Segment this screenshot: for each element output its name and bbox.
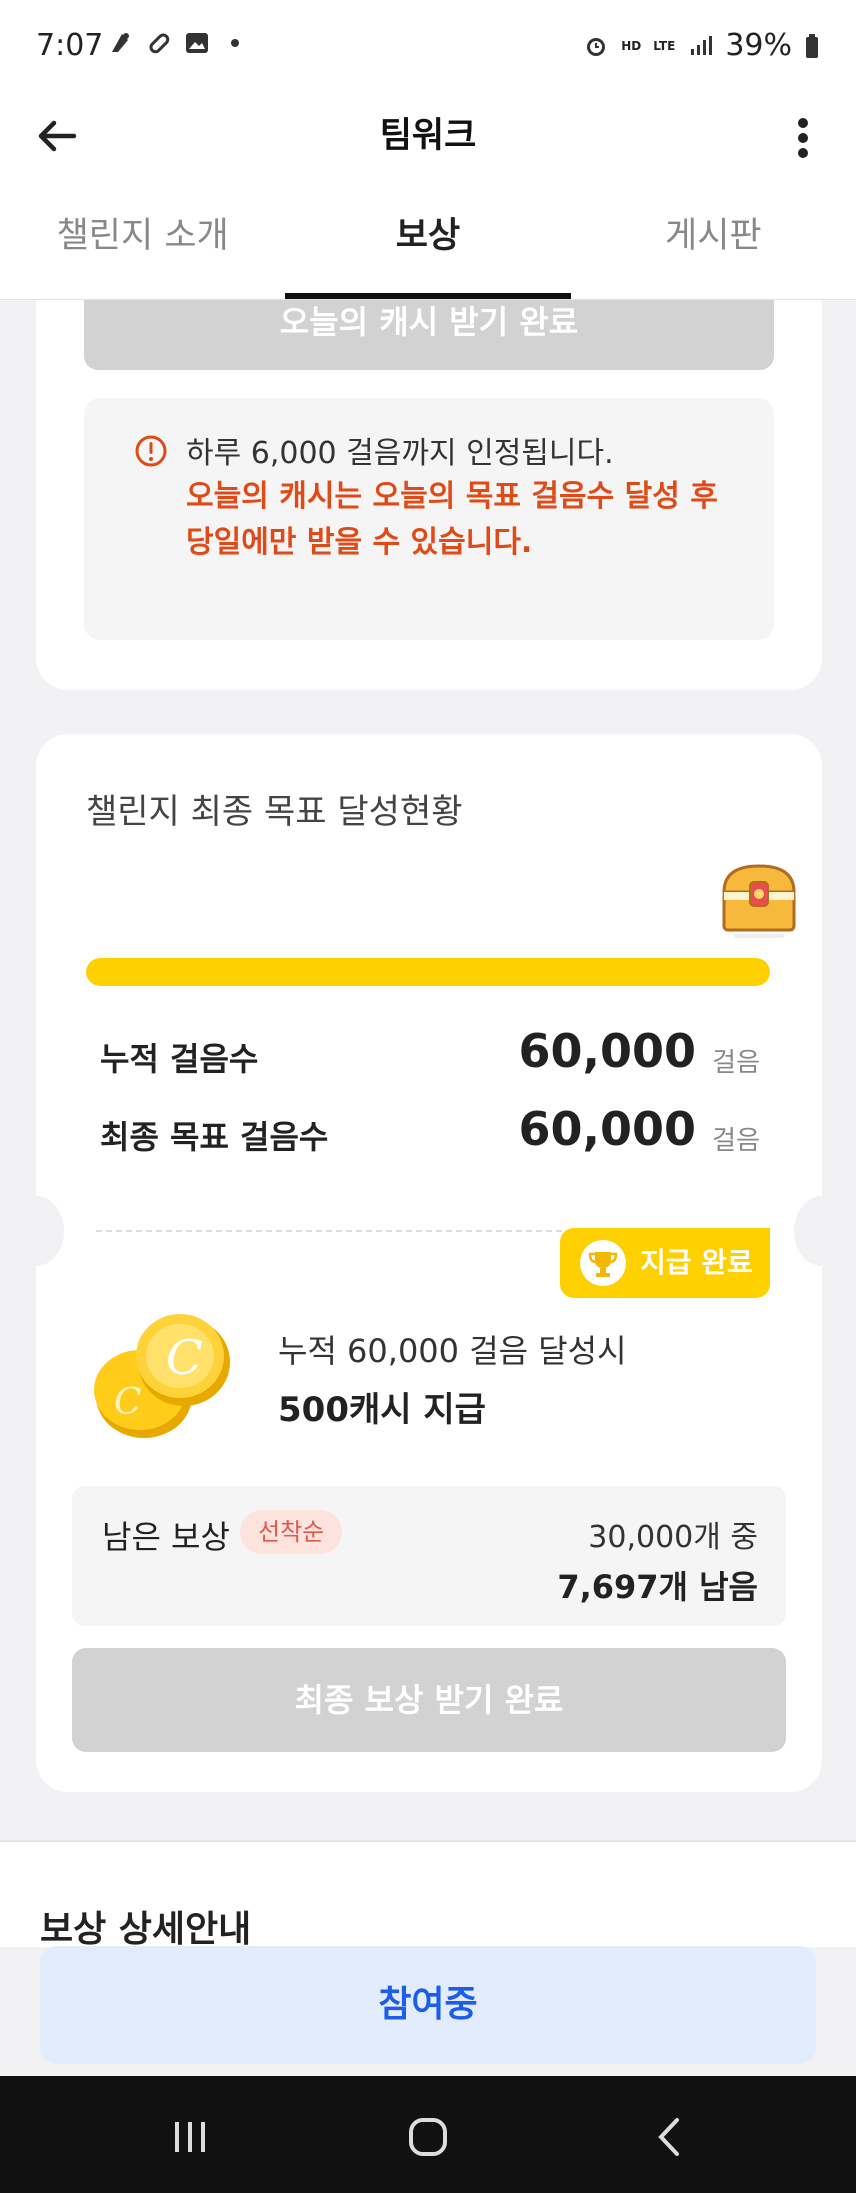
back-nav-icon[interactable] <box>645 2112 695 2162</box>
remaining-count: 7,697개 남음 <box>557 1568 758 1606</box>
system-nav-bar <box>0 2076 856 2193</box>
warning-circle-icon <box>135 435 167 467</box>
reward-condition: 누적 60,000 걸음 달성시 <box>278 1332 627 1370</box>
battery-icon <box>806 33 818 58</box>
goal-progress-fill <box>86 958 770 986</box>
reward-amount: 500캐시 지급 <box>278 1390 486 1430</box>
alarm-icon <box>587 37 606 56</box>
page-title: 팀워크 <box>379 116 477 156</box>
image-icon <box>186 33 208 53</box>
cta-area: 참여중 <box>0 1916 856 2076</box>
goal-progress-bar <box>86 958 770 986</box>
remaining-total: 30,000개 중 <box>588 1520 758 1555</box>
coins-icon: C C <box>94 1314 230 1438</box>
treasure-chest-icon <box>722 864 796 938</box>
tab-bar: 챌린지 소개 보상 게시판 <box>0 196 856 300</box>
accumulated-steps-unit: 걸음 <box>712 1048 760 1078</box>
status-bar: 7:07 HD LTE 39% <box>0 0 856 96</box>
target-steps-value: 60,000 <box>518 1102 696 1156</box>
tab-board[interactable]: 게시판 <box>571 196 856 299</box>
notice-warning-line1: 오늘의 캐시는 오늘의 목표 걸음수 달성 후 <box>186 479 718 514</box>
notice-warning-line2: 당일에만 받을 수 있습니다. <box>186 525 533 560</box>
hd-voice-indicator: HD <box>621 38 642 53</box>
signal-icon <box>691 35 713 55</box>
notice-warning: 오늘의 캐시는 오늘의 목표 걸음수 달성 후 당일에만 받을 수 있습니다. <box>186 474 726 566</box>
pill-icon <box>149 33 170 54</box>
today-cash-received-label: 오늘의 캐시 받기 완료 <box>279 303 579 341</box>
tab-challenge-intro[interactable]: 챌린지 소개 <box>0 196 285 299</box>
target-steps-row: 최종 목표 걸음수 60,000 걸음 <box>100 1102 760 1162</box>
notice-step-limit: 하루 6,000 걸음까지 인정됩니다. <box>186 436 614 471</box>
trophy-icon <box>580 1240 626 1286</box>
final-goal-card: 챌린지 최종 목표 달성현황 누적 걸음수 60,000 걸음 최종 목표 걸음… <box>8 734 850 1792</box>
app-notification-icon <box>112 33 129 52</box>
system-status: HD LTE 39% <box>583 28 820 63</box>
paid-complete-badge: 지급 완료 <box>560 1228 770 1298</box>
goal-title: 챌린지 최종 목표 달성현황 <box>86 792 463 832</box>
remaining-reward-box: 남은 보상 선착순 30,000개 중 7,697개 남음 <box>72 1486 786 1626</box>
svg-text:C: C <box>166 1330 203 1386</box>
final-reward-received-button[interactable]: 최종 보상 받기 완료 <box>72 1648 786 1752</box>
today-cash-received-button[interactable]: 오늘의 캐시 받기 완료 <box>84 300 774 370</box>
battery-percent: 39% <box>725 28 792 63</box>
app-header: 팀워크 챌린지 소개 보상 게시판 <box>0 96 856 300</box>
first-come-tag: 선착순 <box>240 1510 343 1554</box>
tab-reward[interactable]: 보상 <box>285 196 570 299</box>
remaining-label: 남은 보상 <box>102 1518 230 1556</box>
paid-complete-label: 지급 완료 <box>640 1246 753 1279</box>
scroll-content[interactable]: 오늘의 캐시 받기 완료 하루 6,000 걸음까지 인정됩니다. 오늘의 캐시… <box>0 300 856 1947</box>
today-reward-card: 오늘의 캐시 받기 완료 하루 6,000 걸음까지 인정됩니다. 오늘의 캐시… <box>36 300 822 690</box>
accumulated-steps-value: 60,000 <box>518 1024 696 1078</box>
more-options-icon[interactable] <box>778 108 828 168</box>
target-steps-unit: 걸음 <box>712 1126 760 1156</box>
notification-icons <box>108 30 248 56</box>
status-time: 7:07 <box>36 28 104 63</box>
accumulated-steps-row: 누적 걸음수 60,000 걸음 <box>100 1024 760 1084</box>
recent-apps-icon[interactable] <box>165 2112 215 2162</box>
lte-indicator: LTE <box>653 38 676 53</box>
home-icon[interactable] <box>403 2112 453 2162</box>
accumulated-steps-label: 누적 걸음수 <box>100 1040 259 1078</box>
svg-text:C: C <box>114 1382 142 1423</box>
dot-icon <box>231 39 239 47</box>
ticket-notch-left <box>8 1196 64 1266</box>
participating-button[interactable]: 참여중 <box>40 1946 816 2064</box>
ticket-notch-right <box>794 1196 850 1266</box>
notice-box: 하루 6,000 걸음까지 인정됩니다. 오늘의 캐시는 오늘의 목표 걸음수 … <box>84 398 774 640</box>
target-steps-label: 최종 목표 걸음수 <box>100 1118 329 1156</box>
